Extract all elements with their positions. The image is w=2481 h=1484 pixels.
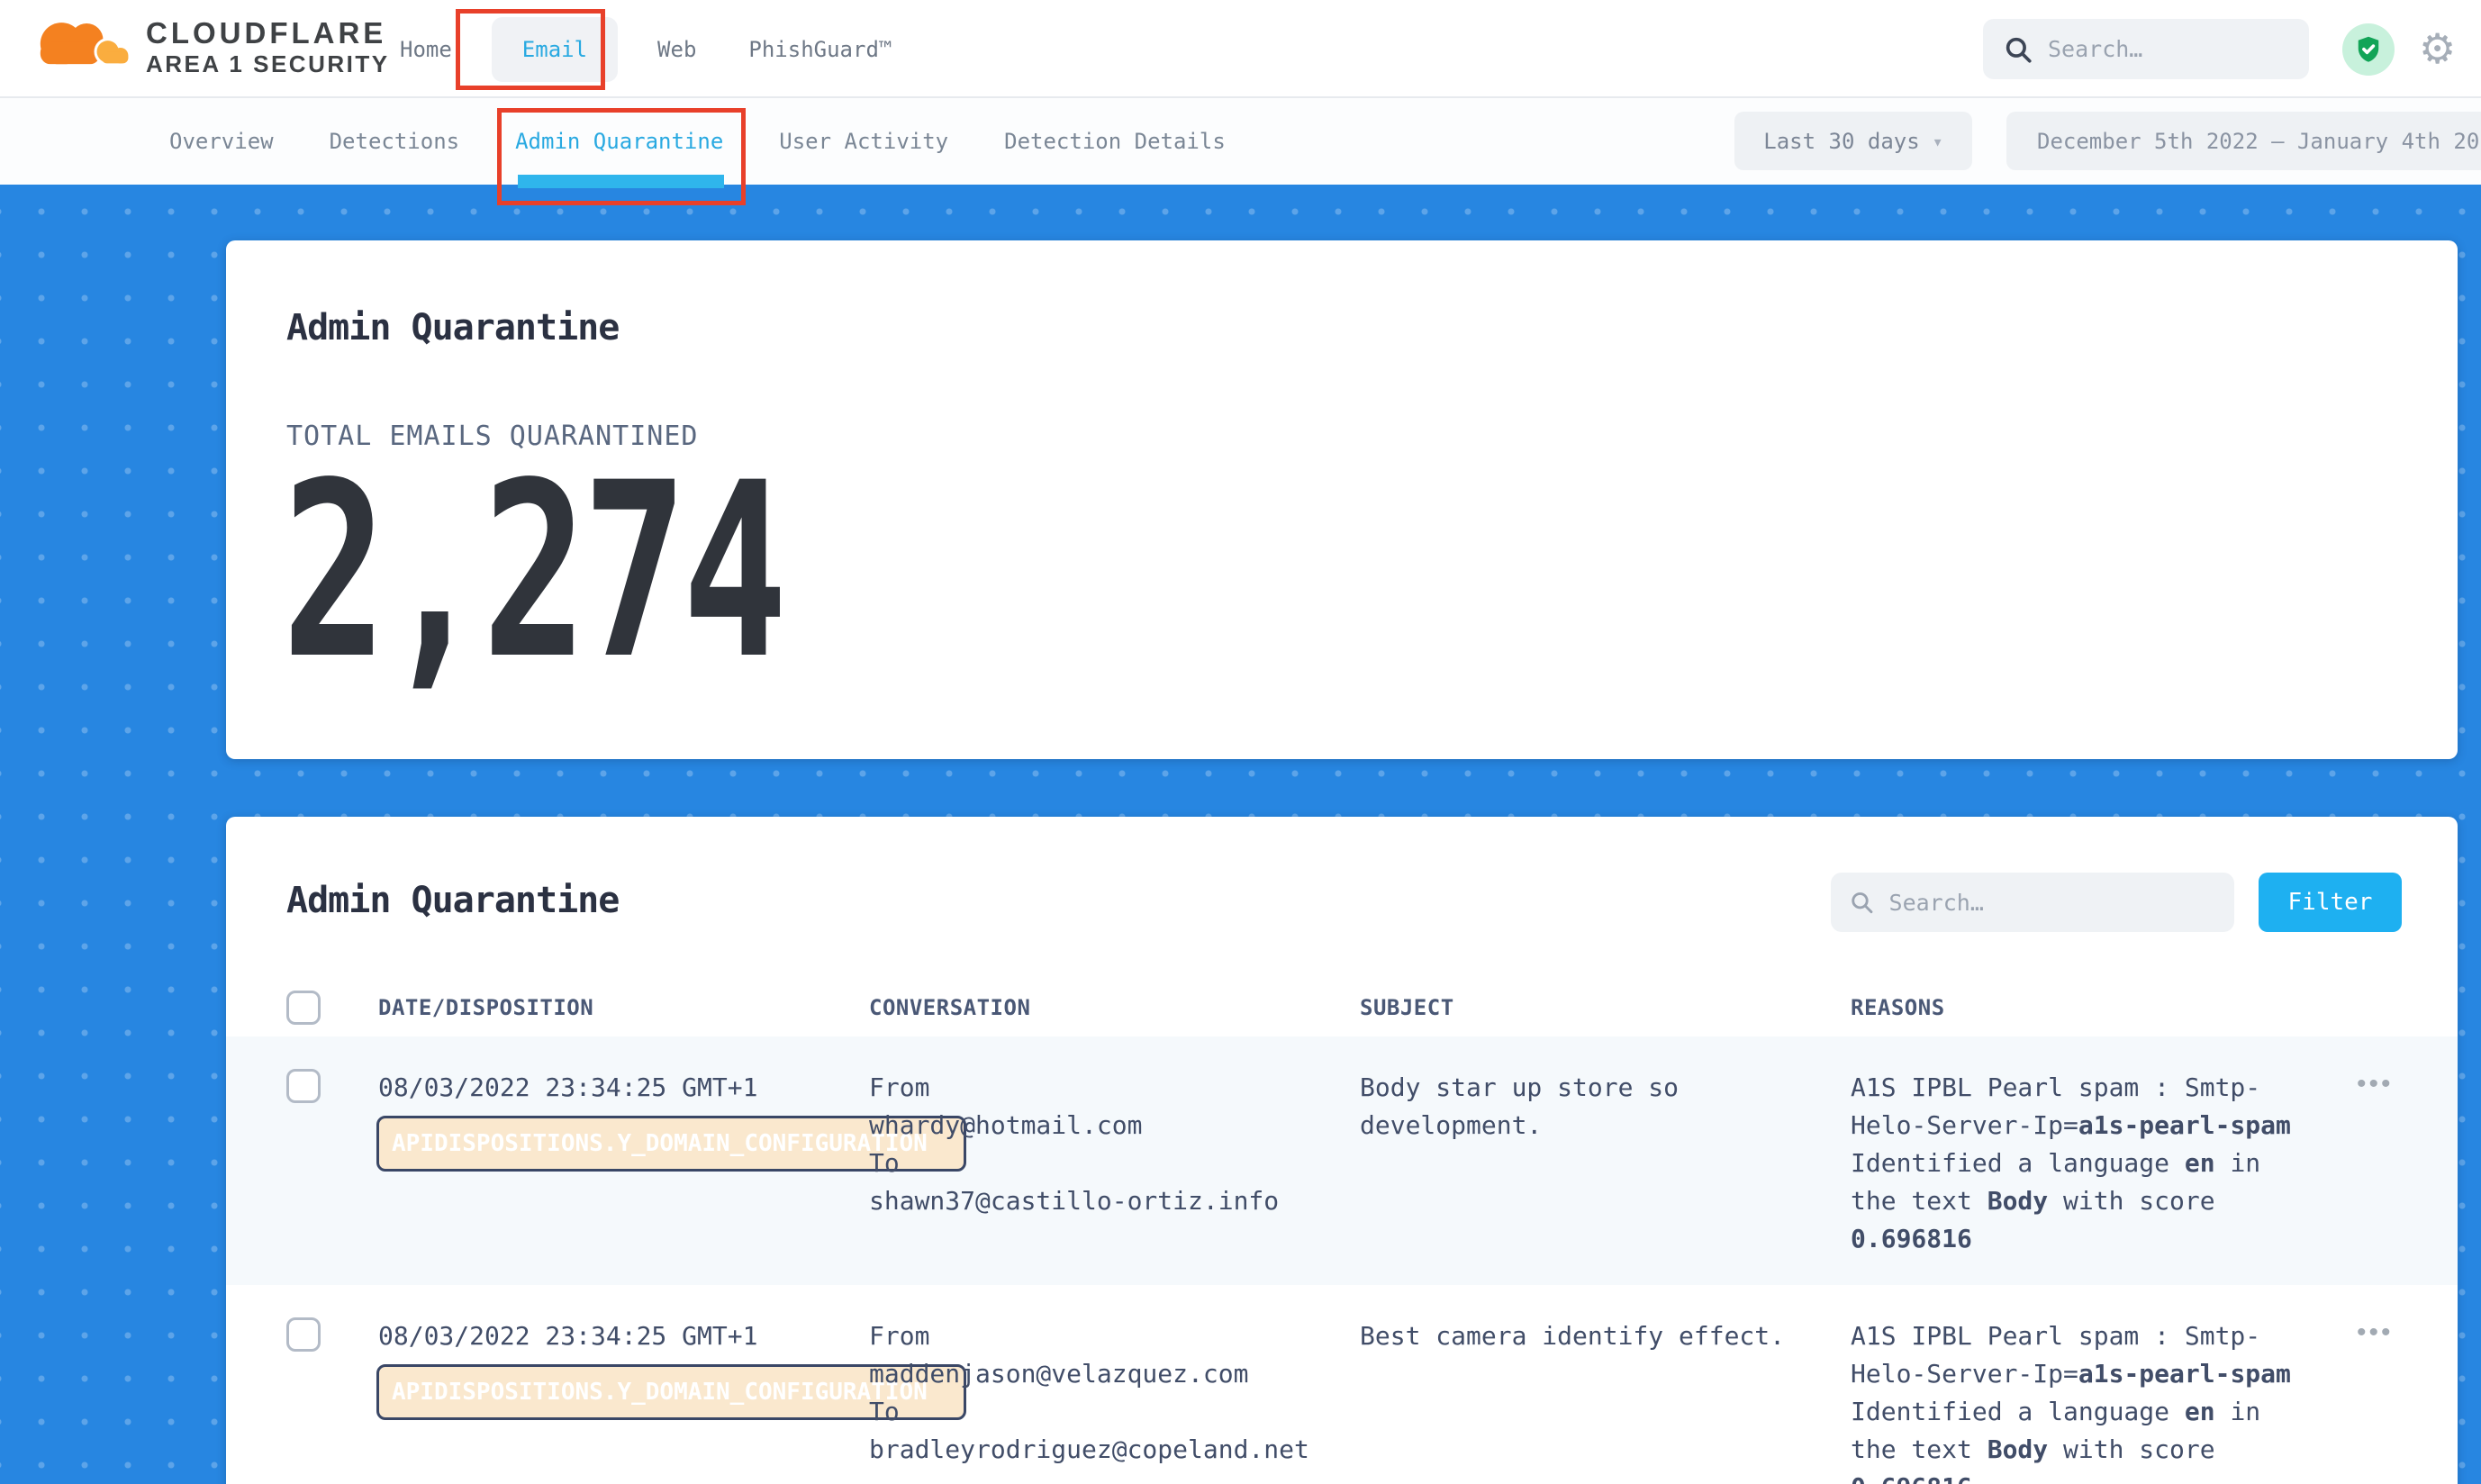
to-label: To — [869, 1393, 1360, 1431]
top-navigation: Home Email Web PhishGuard™ — [387, 0, 904, 98]
row-actions-ellipsis-icon[interactable]: ••• — [2357, 1069, 2394, 1099]
quarantine-summary-card: Admin Quarantine TOTAL EMAILS QUARANTINE… — [226, 240, 2458, 759]
table-search-input[interactable] — [1889, 890, 2216, 916]
nav-item-home[interactable]: Home — [387, 37, 465, 62]
logo-product-text: AREA 1 SECURITY — [146, 50, 390, 78]
table-search — [1831, 873, 2234, 932]
table-row[interactable]: 08/03/2022 23:34:25 GMT+1 From whardy@ho… — [226, 1036, 2458, 1285]
metric-value: 2,274 — [282, 451, 783, 692]
tab-admin-quarantine[interactable]: Admin Quarantine — [515, 129, 723, 154]
nav-item-email[interactable]: Email — [492, 17, 618, 82]
to-email: bradleyrodriguez@copeland.net — [869, 1431, 1360, 1469]
from-label: From — [869, 1317, 1360, 1355]
chevron-down-icon: ▾ — [1933, 131, 1943, 152]
column-reasons: REASONS — [1851, 995, 2357, 1020]
row-reasons: A1S IPBL Pearl spam : Smtp-Helo-Server-I… — [1851, 1317, 2305, 1484]
from-label: From — [869, 1069, 1360, 1107]
row-date: 08/03/2022 23:34:25 GMT+1 — [378, 1069, 869, 1285]
row-reasons: A1S IPBL Pearl spam : Smtp-Helo-Server-I… — [1851, 1069, 2305, 1285]
tab-detections[interactable]: Detections — [330, 129, 460, 154]
area1-dashboard: CLOUDFLARE AREA 1 SECURITY Home Email We… — [0, 0, 2481, 1484]
main-content-area: Admin Quarantine TOTAL EMAILS QUARANTINE… — [0, 185, 2481, 1484]
column-subject: SUBJECT — [1360, 995, 1851, 1020]
from-email: whardy@hotmail.com — [869, 1107, 1360, 1145]
logo-brand-text: CLOUDFLARE — [146, 17, 390, 50]
row-conversation: From whardy@hotmail.com To shawn37@casti… — [869, 1069, 1360, 1285]
email-section-tabs: Overview Detections Admin Quarantine Use… — [0, 98, 2481, 185]
nav-item-phishguard[interactable]: PhishGuard™ — [736, 37, 904, 62]
settings-gear-icon[interactable]: ⚙ — [2419, 22, 2456, 76]
search-icon — [2003, 34, 2033, 65]
date-range-preset-label: Last 30 days — [1763, 129, 1919, 154]
cloudflare-cloud-icon — [27, 9, 137, 86]
search-icon — [1849, 888, 1875, 917]
row-checkbox[interactable] — [286, 1317, 321, 1352]
cloudflare-logo: CLOUDFLARE AREA 1 SECURITY — [27, 9, 390, 86]
from-email: maddenjason@velazquez.com — [869, 1355, 1360, 1393]
date-range-value[interactable]: December 5th 2022 — January 4th 2023 — [2006, 112, 2481, 170]
tab-user-activity[interactable]: User Activity — [779, 129, 948, 154]
date-range-preset-button[interactable]: Last 30 days ▾ — [1734, 112, 1972, 170]
row-conversation: From maddenjason@velazquez.com To bradle… — [869, 1317, 1360, 1484]
table-card-title: Admin Quarantine — [286, 880, 619, 921]
to-label: To — [869, 1145, 1360, 1182]
tab-detection-details[interactable]: Detection Details — [1004, 129, 1226, 154]
table-header-row: DATE/DISPOSITION CONVERSATION SUBJECT RE… — [226, 979, 2458, 1036]
to-email: shawn37@castillo-ortiz.info — [869, 1182, 1360, 1220]
filter-button[interactable]: Filter — [2259, 873, 2402, 932]
table-row[interactable]: 08/03/2022 23:34:25 GMT+1 From maddenjas… — [226, 1285, 2458, 1484]
column-date-disposition: DATE/DISPOSITION — [378, 995, 869, 1020]
row-subject: Best camera identify effect. — [1360, 1317, 1815, 1484]
column-conversation: CONVERSATION — [869, 995, 1360, 1020]
active-tab-underline — [518, 175, 724, 188]
summary-card-title: Admin Quarantine — [286, 307, 619, 348]
row-checkbox[interactable] — [286, 1069, 321, 1103]
account-protection-badge[interactable] — [2342, 23, 2395, 76]
tab-overview[interactable]: Overview — [169, 129, 274, 154]
top-header: CLOUDFLARE AREA 1 SECURITY Home Email We… — [0, 0, 2481, 98]
row-actions-ellipsis-icon[interactable]: ••• — [2357, 1317, 2394, 1348]
select-all-checkbox[interactable] — [286, 991, 321, 1025]
shield-check-icon — [2352, 33, 2385, 66]
global-search-input[interactable] — [2048, 36, 2289, 62]
global-search — [1983, 19, 2309, 79]
nav-item-web[interactable]: Web — [645, 37, 709, 62]
table-body: 08/03/2022 23:34:25 GMT+1 From whardy@ho… — [226, 1036, 2458, 1484]
quarantine-table-card: Admin Quarantine Filter DATE/DISPOSITION… — [226, 817, 2458, 1484]
row-subject: Body star up store so development. — [1360, 1069, 1815, 1285]
